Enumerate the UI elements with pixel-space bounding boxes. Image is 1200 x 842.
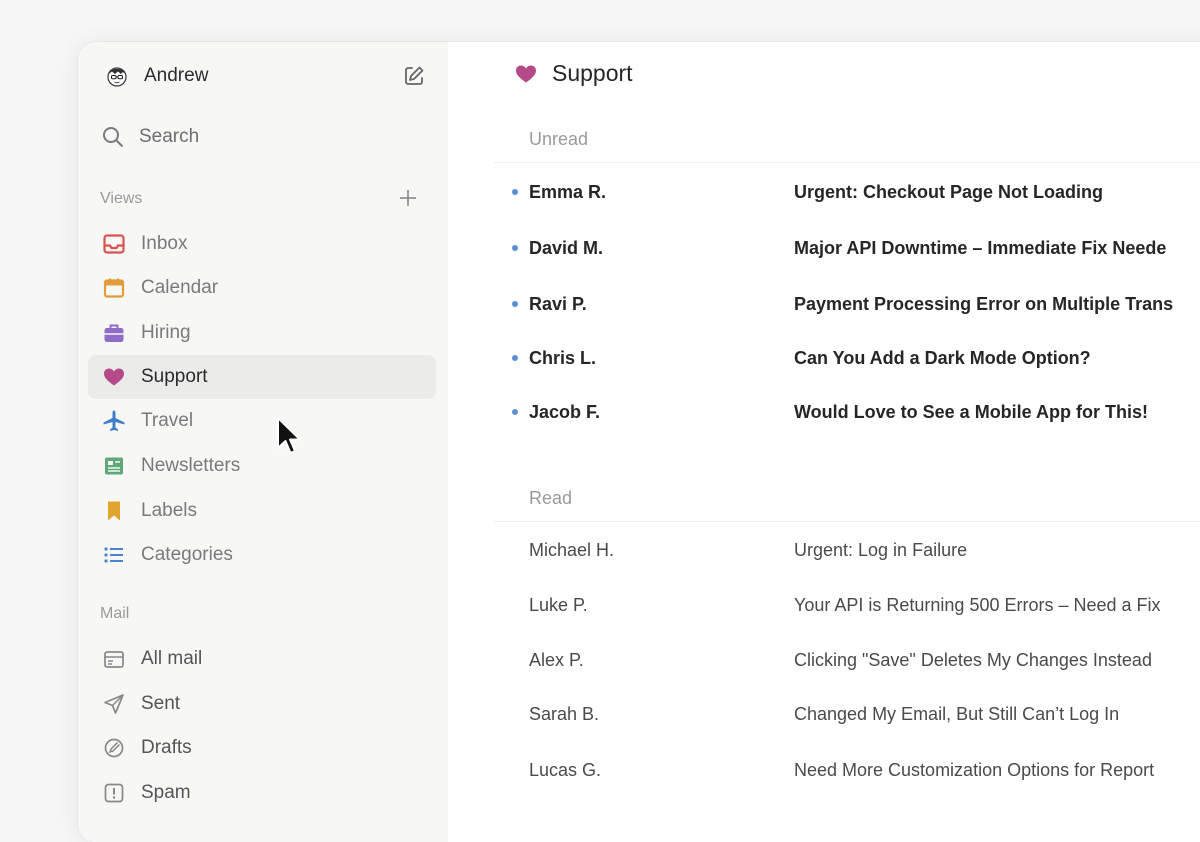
list-item[interactable]: Alex P. Clicking "Save" Deletes My Chang… [494, 640, 1200, 680]
subject: Major API Downtime – Immediate Fix Neede [794, 237, 1167, 258]
unread-dot [512, 355, 518, 361]
list-item[interactable]: Chris L. Can You Add a Dark Mode Option? [494, 338, 1200, 378]
list-item[interactable]: Emma R. Urgent: Checkout Page Not Loadin… [494, 172, 1200, 212]
unread-dot [512, 301, 518, 307]
read-heading: Read [529, 488, 573, 508]
sidebar-item-categories[interactable]: Categories [88, 533, 436, 577]
sidebar-item-labels[interactable]: Labels [88, 489, 436, 533]
list-item[interactable]: Michael H. Urgent: Log in Failure [494, 530, 1200, 570]
sender: Alex P. [529, 649, 584, 670]
subject: Would Love to See a Mobile App for This! [794, 401, 1149, 422]
sender: Emma R. [529, 181, 607, 202]
subject: Urgent: Log in Failure [794, 539, 968, 560]
sidebar-item-label: Support [141, 366, 208, 387]
heart-icon [102, 365, 126, 389]
add-view-icon[interactable] [398, 188, 418, 208]
list-item[interactable]: Ravi P. Payment Processing Error on Mult… [494, 284, 1200, 324]
subject: Clicking "Save" Deletes My Changes Inste… [794, 649, 1152, 670]
send-icon [102, 692, 126, 716]
sidebar-item-label: Calendar [141, 277, 219, 298]
sender: Lucas G. [529, 759, 602, 780]
unread-dot [512, 409, 518, 415]
sidebar-item-sent[interactable]: Sent [88, 682, 436, 726]
sidebar-item-all-mail[interactable]: All mail [88, 637, 436, 681]
app-window: Andrew Search Views Inbox Calendar Hirin… [78, 42, 1200, 842]
sidebar-item-support[interactable]: Support [88, 355, 436, 399]
sender: Ravi P. [529, 293, 587, 314]
sidebar-item-newsletters[interactable]: Newsletters [88, 444, 436, 488]
list-item[interactable]: David M. Major API Downtime – Immediate … [494, 228, 1200, 268]
avatar [107, 67, 127, 87]
subject: Your API is Returning 500 Errors – Need … [794, 594, 1161, 615]
bookmark-icon [102, 499, 126, 523]
subject: Need More Customization Options for Repo… [794, 759, 1155, 780]
search-label: Search [139, 126, 200, 147]
subject: Payment Processing Error on Multiple Tra… [794, 293, 1174, 314]
sender: Sarah B. [529, 703, 600, 724]
search-button[interactable]: Search [102, 126, 199, 148]
sidebar-item-calendar[interactable]: Calendar [88, 266, 436, 310]
spam-icon [102, 781, 126, 805]
drafts-icon [102, 736, 126, 760]
user-name: Andrew [144, 65, 209, 86]
divider [494, 162, 1200, 163]
heart-icon [516, 65, 536, 82]
sidebar-item-label: Sent [141, 693, 181, 714]
list-icon [102, 543, 126, 567]
sidebar-item-label: Newsletters [141, 455, 241, 476]
briefcase-icon [102, 321, 126, 345]
sender: Luke P. [529, 594, 588, 615]
sender: David M. [529, 237, 604, 258]
list-item[interactable]: Jacob F. Would Love to See a Mobile App … [494, 392, 1200, 432]
sidebar-item-spam[interactable]: Spam [88, 771, 436, 815]
sidebar: Andrew Search Views Inbox Calendar Hirin… [78, 42, 449, 842]
sidebar-item-label: Labels [141, 500, 197, 521]
mail-heading: Mail [100, 605, 130, 622]
unread-heading: Unread [529, 129, 589, 149]
unread-dot [512, 189, 518, 195]
all-mail-icon [102, 647, 126, 671]
sender: Jacob F. [529, 401, 601, 422]
sidebar-item-label: Hiring [141, 322, 191, 343]
views-heading: Views [100, 190, 143, 207]
sidebar-item-label: Categories [141, 544, 233, 565]
divider [494, 521, 1200, 522]
inbox-icon [102, 232, 126, 256]
search-icon [103, 127, 123, 147]
list-item[interactable]: Luke P. Your API is Returning 500 Errors… [494, 585, 1200, 625]
sidebar-item-label: Spam [141, 782, 191, 803]
list-item[interactable]: Sarah B. Changed My Email, But Still Can… [494, 694, 1200, 734]
sender: Michael H. [529, 539, 615, 560]
sidebar-item-hiring[interactable]: Hiring [88, 311, 436, 355]
account-switcher[interactable]: Andrew [104, 62, 426, 90]
compose-icon[interactable] [402, 64, 426, 88]
calendar-icon [102, 276, 126, 300]
newspaper-icon [102, 454, 126, 478]
list-item[interactable]: Lucas G. Need More Customization Options… [494, 750, 1200, 790]
page-header: Support [514, 60, 633, 87]
page-title: Support [552, 60, 633, 86]
sender: Chris L. [529, 347, 597, 368]
sidebar-item-label: Drafts [141, 737, 192, 758]
airplane-icon [102, 409, 126, 433]
subject: Can You Add a Dark Mode Option? [794, 347, 1091, 368]
unread-dot [512, 245, 518, 251]
subject: Changed My Email, But Still Can’t Log In [794, 703, 1120, 724]
sidebar-item-label: All mail [141, 648, 203, 669]
sidebar-item-inbox[interactable]: Inbox [88, 222, 436, 266]
subject: Urgent: Checkout Page Not Loading [794, 181, 1104, 202]
sidebar-item-label: Travel [141, 410, 194, 431]
sidebar-item-label: Inbox [141, 233, 188, 254]
sidebar-item-drafts[interactable]: Drafts [88, 726, 436, 770]
message-list-panel: Support Unread Emma R. Urgent: Checkout … [448, 42, 1200, 842]
sidebar-item-travel[interactable]: Travel [88, 399, 436, 443]
mouse-pointer-icon [277, 417, 301, 454]
